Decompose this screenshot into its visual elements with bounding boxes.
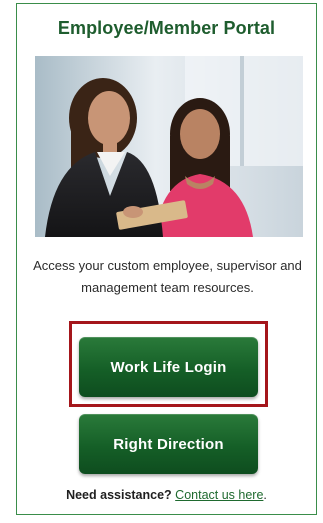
- portal-description: Access your custom employee, supervisor …: [33, 258, 302, 295]
- work-life-login-button[interactable]: Work Life Login: [79, 337, 258, 397]
- help-line: Need assistance? Contact us here.: [17, 488, 316, 502]
- right-direction-button[interactable]: Right Direction: [79, 414, 258, 474]
- portal-hero-image: [35, 56, 303, 237]
- help-suffix: .: [263, 488, 267, 502]
- portal-title: Employee/Member Portal: [57, 18, 276, 38]
- contact-us-link[interactable]: Contact us here: [175, 488, 263, 502]
- help-question: Need assistance?: [66, 488, 172, 502]
- portal-card: Employee/Member Portal Access your custo…: [16, 3, 317, 515]
